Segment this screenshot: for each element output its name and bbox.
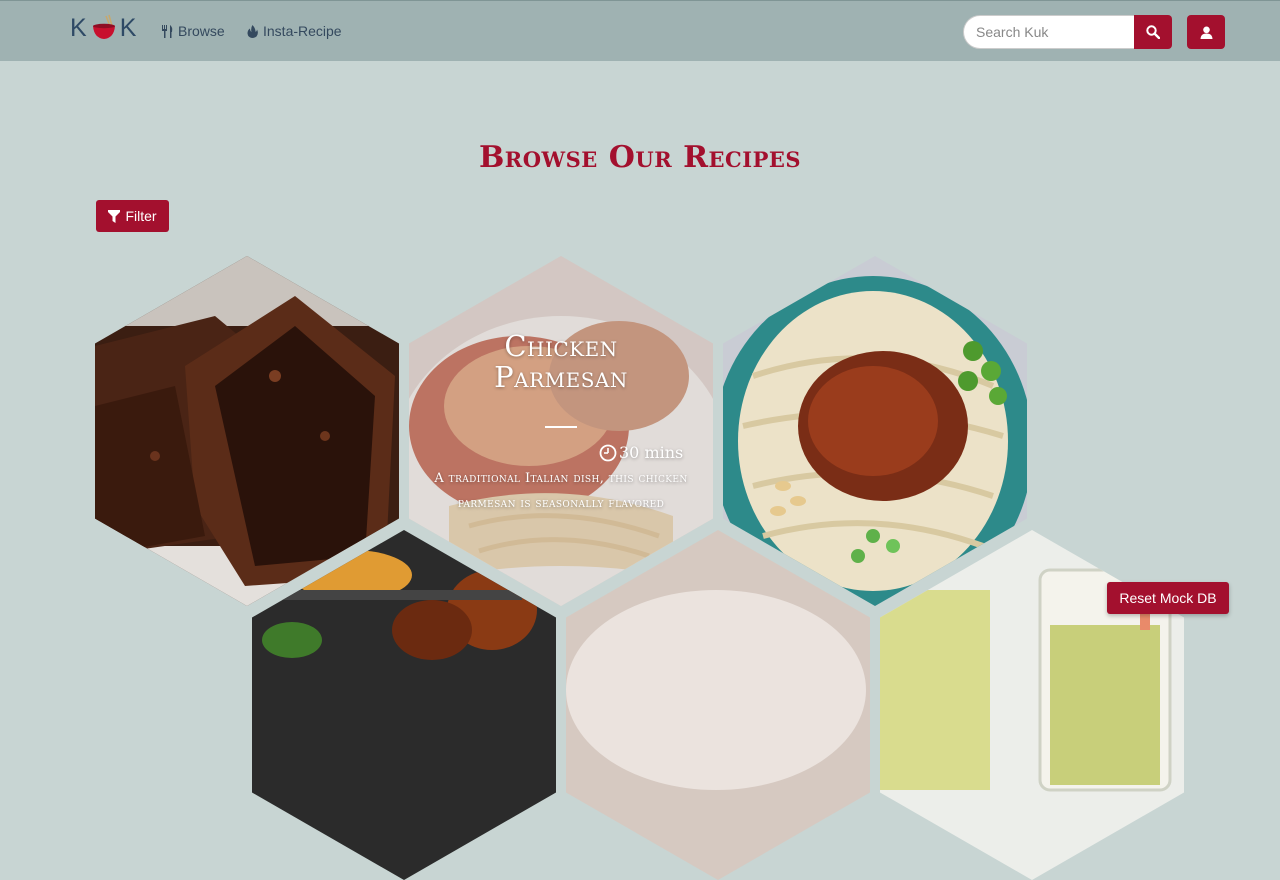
recipe-card-plated-dish[interactable] bbox=[566, 530, 870, 880]
noodles-image bbox=[723, 256, 1027, 606]
search-bar bbox=[963, 15, 1172, 49]
clock-icon bbox=[599, 444, 617, 461]
skewers-image bbox=[252, 530, 556, 880]
nav-insta-recipe-label: Insta-Recipe bbox=[263, 23, 342, 39]
recipe-card-brownies[interactable] bbox=[95, 256, 399, 606]
recipe-card-skewers[interactable] bbox=[252, 530, 556, 880]
user-icon bbox=[1200, 26, 1212, 39]
logo-letter-k-2: K bbox=[119, 13, 138, 42]
bowl-icon bbox=[92, 14, 115, 39]
reset-mock-db-button[interactable]: Reset Mock DB bbox=[1107, 582, 1229, 614]
recipe-title-line1: Chicken bbox=[504, 329, 618, 363]
recipe-time-label: 30 mins bbox=[619, 443, 684, 462]
nav-browse-label: Browse bbox=[178, 23, 225, 39]
nav-browse[interactable]: Browse bbox=[161, 23, 225, 39]
plated-dish-image bbox=[566, 530, 870, 880]
search-input[interactable] bbox=[963, 15, 1134, 49]
search-icon bbox=[1146, 25, 1160, 39]
recipe-card-chicken-parmesan[interactable]: Chicken Parmesan 30 mins A traditional I… bbox=[409, 256, 713, 606]
top-navbar: K K Browse Insta-Recipe bbox=[0, 0, 1280, 61]
filter-label: Filter bbox=[125, 208, 157, 224]
recipe-hover-overlay bbox=[409, 256, 713, 606]
search-button[interactable] bbox=[1134, 15, 1172, 49]
title-divider bbox=[545, 426, 577, 428]
recipe-title-line2: Parmesan bbox=[494, 360, 628, 394]
nav-insta-recipe[interactable]: Insta-Recipe bbox=[246, 23, 342, 39]
fork-knife-icon bbox=[162, 24, 173, 38]
recipe-title: Chicken Parmesan bbox=[409, 331, 713, 393]
kuk-logo[interactable]: K K bbox=[70, 11, 137, 45]
user-account-button[interactable] bbox=[1187, 15, 1225, 49]
funnel-icon bbox=[108, 209, 121, 223]
fire-icon bbox=[247, 24, 258, 38]
recipe-description: A traditional Italian dish, this chicken… bbox=[434, 471, 688, 511]
page-title: Browse Our Recipes bbox=[478, 140, 802, 175]
brownies-image bbox=[95, 256, 399, 606]
recipe-card-noodles[interactable] bbox=[723, 256, 1027, 606]
logo-letter-k: K bbox=[70, 13, 88, 42]
filter-button[interactable]: Filter bbox=[96, 200, 169, 232]
recipe-time: 30 mins bbox=[599, 443, 683, 462]
